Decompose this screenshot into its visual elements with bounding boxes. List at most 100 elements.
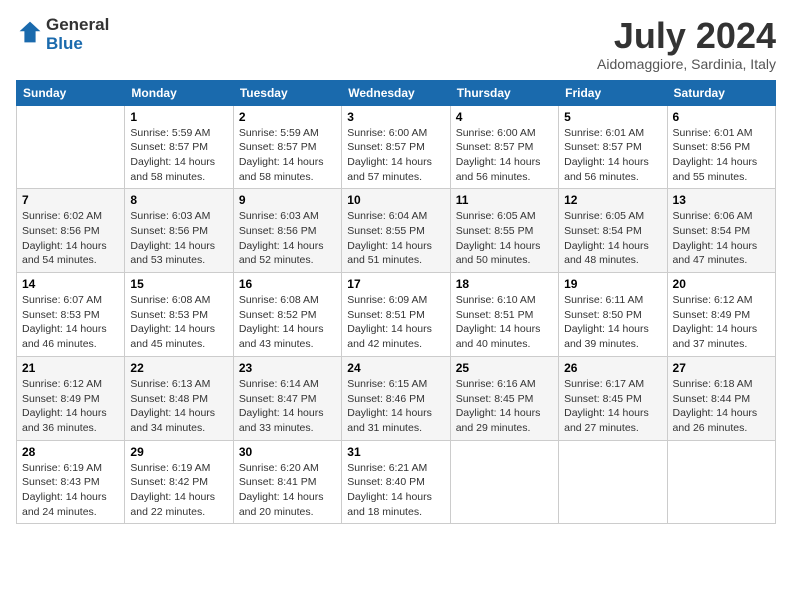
day-info: Sunrise: 6:05 AMSunset: 8:54 PMDaylight:… bbox=[564, 209, 661, 268]
calendar-cell: 30 Sunrise: 6:20 AMSunset: 8:41 PMDayligh… bbox=[233, 440, 341, 524]
day-number: 26 bbox=[564, 361, 661, 375]
calendar-cell: 13 Sunrise: 6:06 AMSunset: 8:54 PMDayligh… bbox=[667, 189, 775, 273]
day-number: 30 bbox=[239, 445, 336, 459]
day-info: Sunrise: 6:02 AMSunset: 8:56 PMDaylight:… bbox=[22, 209, 119, 268]
day-info: Sunrise: 6:14 AMSunset: 8:47 PMDaylight:… bbox=[239, 377, 336, 436]
day-info: Sunrise: 5:59 AMSunset: 8:57 PMDaylight:… bbox=[239, 126, 336, 185]
day-info: Sunrise: 6:08 AMSunset: 8:52 PMDaylight:… bbox=[239, 293, 336, 352]
calendar-cell: 19 Sunrise: 6:11 AMSunset: 8:50 PMDayligh… bbox=[559, 273, 667, 357]
calendar-body: 1 Sunrise: 5:59 AMSunset: 8:57 PMDaylight… bbox=[17, 105, 776, 524]
day-number: 20 bbox=[673, 277, 770, 291]
day-info: Sunrise: 6:21 AMSunset: 8:40 PMDaylight:… bbox=[347, 461, 444, 520]
day-number: 1 bbox=[130, 110, 227, 124]
day-info: Sunrise: 6:03 AMSunset: 8:56 PMDaylight:… bbox=[130, 209, 227, 268]
day-info: Sunrise: 6:17 AMSunset: 8:45 PMDaylight:… bbox=[564, 377, 661, 436]
calendar-cell: 15Sunrise: 6:08 AMSunset: 8:53 PMDayligh… bbox=[125, 273, 233, 357]
day-number: 3 bbox=[347, 110, 444, 124]
day-info: Sunrise: 6:20 AMSunset: 8:41 PMDaylight:… bbox=[239, 461, 336, 520]
day-info: Sunrise: 6:08 AMSunset: 8:53 PMDaylight:… bbox=[130, 293, 227, 352]
day-info: Sunrise: 6:10 AMSunset: 8:51 PMDaylight:… bbox=[456, 293, 553, 352]
day-number: 27 bbox=[673, 361, 770, 375]
calendar-cell: 12 Sunrise: 6:05 AMSunset: 8:54 PMDayligh… bbox=[559, 189, 667, 273]
day-number: 14 bbox=[22, 277, 119, 291]
calendar-cell: 3 Sunrise: 6:00 AMSunset: 8:57 PMDaylight… bbox=[342, 105, 450, 189]
calendar-header-monday: Monday bbox=[125, 80, 233, 105]
day-number: 4 bbox=[456, 110, 553, 124]
calendar-header-saturday: Saturday bbox=[667, 80, 775, 105]
calendar-week-row: 28 Sunrise: 6:19 AMSunset: 8:43 PMDayligh… bbox=[17, 440, 776, 524]
day-info: Sunrise: 5:59 AMSunset: 8:57 PMDaylight:… bbox=[130, 126, 227, 185]
day-number: 28 bbox=[22, 445, 119, 459]
calendar-cell: 2 Sunrise: 5:59 AMSunset: 8:57 PMDaylight… bbox=[233, 105, 341, 189]
day-info: Sunrise: 6:12 AMSunset: 8:49 PMDaylight:… bbox=[673, 293, 770, 352]
day-info: Sunrise: 6:01 AMSunset: 8:57 PMDaylight:… bbox=[564, 126, 661, 185]
calendar-cell: 4 Sunrise: 6:00 AMSunset: 8:57 PMDaylight… bbox=[450, 105, 558, 189]
calendar-cell: 22Sunrise: 6:13 AMSunset: 8:48 PMDayligh… bbox=[125, 356, 233, 440]
day-info: Sunrise: 6:00 AMSunset: 8:57 PMDaylight:… bbox=[347, 126, 444, 185]
calendar-cell bbox=[450, 440, 558, 524]
day-info: Sunrise: 6:16 AMSunset: 8:45 PMDaylight:… bbox=[456, 377, 553, 436]
day-number: 19 bbox=[564, 277, 661, 291]
calendar-cell: 16 Sunrise: 6:08 AMSunset: 8:52 PMDayligh… bbox=[233, 273, 341, 357]
day-info: Sunrise: 6:06 AMSunset: 8:54 PMDaylight:… bbox=[673, 209, 770, 268]
day-number: 17 bbox=[347, 277, 444, 291]
day-number: 29 bbox=[130, 445, 227, 459]
calendar-cell: 20 Sunrise: 6:12 AMSunset: 8:49 PMDayligh… bbox=[667, 273, 775, 357]
day-info: Sunrise: 6:15 AMSunset: 8:46 PMDaylight:… bbox=[347, 377, 444, 436]
calendar-header-tuesday: Tuesday bbox=[233, 80, 341, 105]
day-number: 25 bbox=[456, 361, 553, 375]
day-info: Sunrise: 6:07 AMSunset: 8:53 PMDaylight:… bbox=[22, 293, 119, 352]
calendar-cell: 21Sunrise: 6:12 AMSunset: 8:49 PMDayligh… bbox=[17, 356, 125, 440]
subtitle: Aidomaggiore, Sardinia, Italy bbox=[597, 56, 776, 72]
calendar-week-row: 7 Sunrise: 6:02 AMSunset: 8:56 PMDaylight… bbox=[17, 189, 776, 273]
day-number: 13 bbox=[673, 193, 770, 207]
day-number: 5 bbox=[564, 110, 661, 124]
day-info: Sunrise: 6:11 AMSunset: 8:50 PMDaylight:… bbox=[564, 293, 661, 352]
day-number: 7 bbox=[22, 193, 119, 207]
day-number: 12 bbox=[564, 193, 661, 207]
day-number: 24 bbox=[347, 361, 444, 375]
calendar-cell: 14 Sunrise: 6:07 AMSunset: 8:53 PMDayligh… bbox=[17, 273, 125, 357]
calendar-cell: 8Sunrise: 6:03 AMSunset: 8:56 PMDaylight… bbox=[125, 189, 233, 273]
day-info: Sunrise: 6:00 AMSunset: 8:57 PMDaylight:… bbox=[456, 126, 553, 185]
logo-blue: Blue bbox=[46, 35, 109, 54]
day-number: 2 bbox=[239, 110, 336, 124]
calendar-header-sunday: Sunday bbox=[17, 80, 125, 105]
calendar-cell: 25 Sunrise: 6:16 AMSunset: 8:45 PMDayligh… bbox=[450, 356, 558, 440]
logo: General Blue bbox=[16, 16, 109, 53]
day-info: Sunrise: 6:18 AMSunset: 8:44 PMDaylight:… bbox=[673, 377, 770, 436]
calendar-cell: 29Sunrise: 6:19 AMSunset: 8:42 PMDayligh… bbox=[125, 440, 233, 524]
day-number: 31 bbox=[347, 445, 444, 459]
day-number: 22 bbox=[130, 361, 227, 375]
calendar-cell: 9Sunrise: 6:03 AMSunset: 8:56 PMDaylight… bbox=[233, 189, 341, 273]
day-info: Sunrise: 6:05 AMSunset: 8:55 PMDaylight:… bbox=[456, 209, 553, 268]
calendar-cell: 18 Sunrise: 6:10 AMSunset: 8:51 PMDayligh… bbox=[450, 273, 558, 357]
calendar-cell: 10 Sunrise: 6:04 AMSunset: 8:55 PMDayligh… bbox=[342, 189, 450, 273]
calendar-cell: 1 Sunrise: 5:59 AMSunset: 8:57 PMDaylight… bbox=[125, 105, 233, 189]
calendar-cell: 6 Sunrise: 6:01 AMSunset: 8:56 PMDaylight… bbox=[667, 105, 775, 189]
calendar-cell: 7 Sunrise: 6:02 AMSunset: 8:56 PMDaylight… bbox=[17, 189, 125, 273]
calendar-header-friday: Friday bbox=[559, 80, 667, 105]
day-number: 6 bbox=[673, 110, 770, 124]
day-info: Sunrise: 6:01 AMSunset: 8:56 PMDaylight:… bbox=[673, 126, 770, 185]
day-number: 10 bbox=[347, 193, 444, 207]
logo-icon bbox=[18, 20, 42, 44]
day-number: 16 bbox=[239, 277, 336, 291]
day-number: 23 bbox=[239, 361, 336, 375]
calendar-cell: 28 Sunrise: 6:19 AMSunset: 8:43 PMDayligh… bbox=[17, 440, 125, 524]
page-header: General Blue July 2024 Aidomaggiore, Sar… bbox=[16, 16, 776, 72]
day-number: 9 bbox=[239, 193, 336, 207]
day-number: 21 bbox=[22, 361, 119, 375]
calendar-cell: 26 Sunrise: 6:17 AMSunset: 8:45 PMDayligh… bbox=[559, 356, 667, 440]
calendar-cell bbox=[559, 440, 667, 524]
day-number: 18 bbox=[456, 277, 553, 291]
logo-general: General bbox=[46, 16, 109, 35]
calendar-cell: 5 Sunrise: 6:01 AMSunset: 8:57 PMDaylight… bbox=[559, 105, 667, 189]
calendar-week-row: 14 Sunrise: 6:07 AMSunset: 8:53 PMDayligh… bbox=[17, 273, 776, 357]
day-info: Sunrise: 6:19 AMSunset: 8:43 PMDaylight:… bbox=[22, 461, 119, 520]
day-info: Sunrise: 6:09 AMSunset: 8:51 PMDaylight:… bbox=[347, 293, 444, 352]
calendar-header-wednesday: Wednesday bbox=[342, 80, 450, 105]
calendar-cell bbox=[667, 440, 775, 524]
day-info: Sunrise: 6:04 AMSunset: 8:55 PMDaylight:… bbox=[347, 209, 444, 268]
calendar-table: SundayMondayTuesdayWednesdayThursdayFrid… bbox=[16, 80, 776, 525]
